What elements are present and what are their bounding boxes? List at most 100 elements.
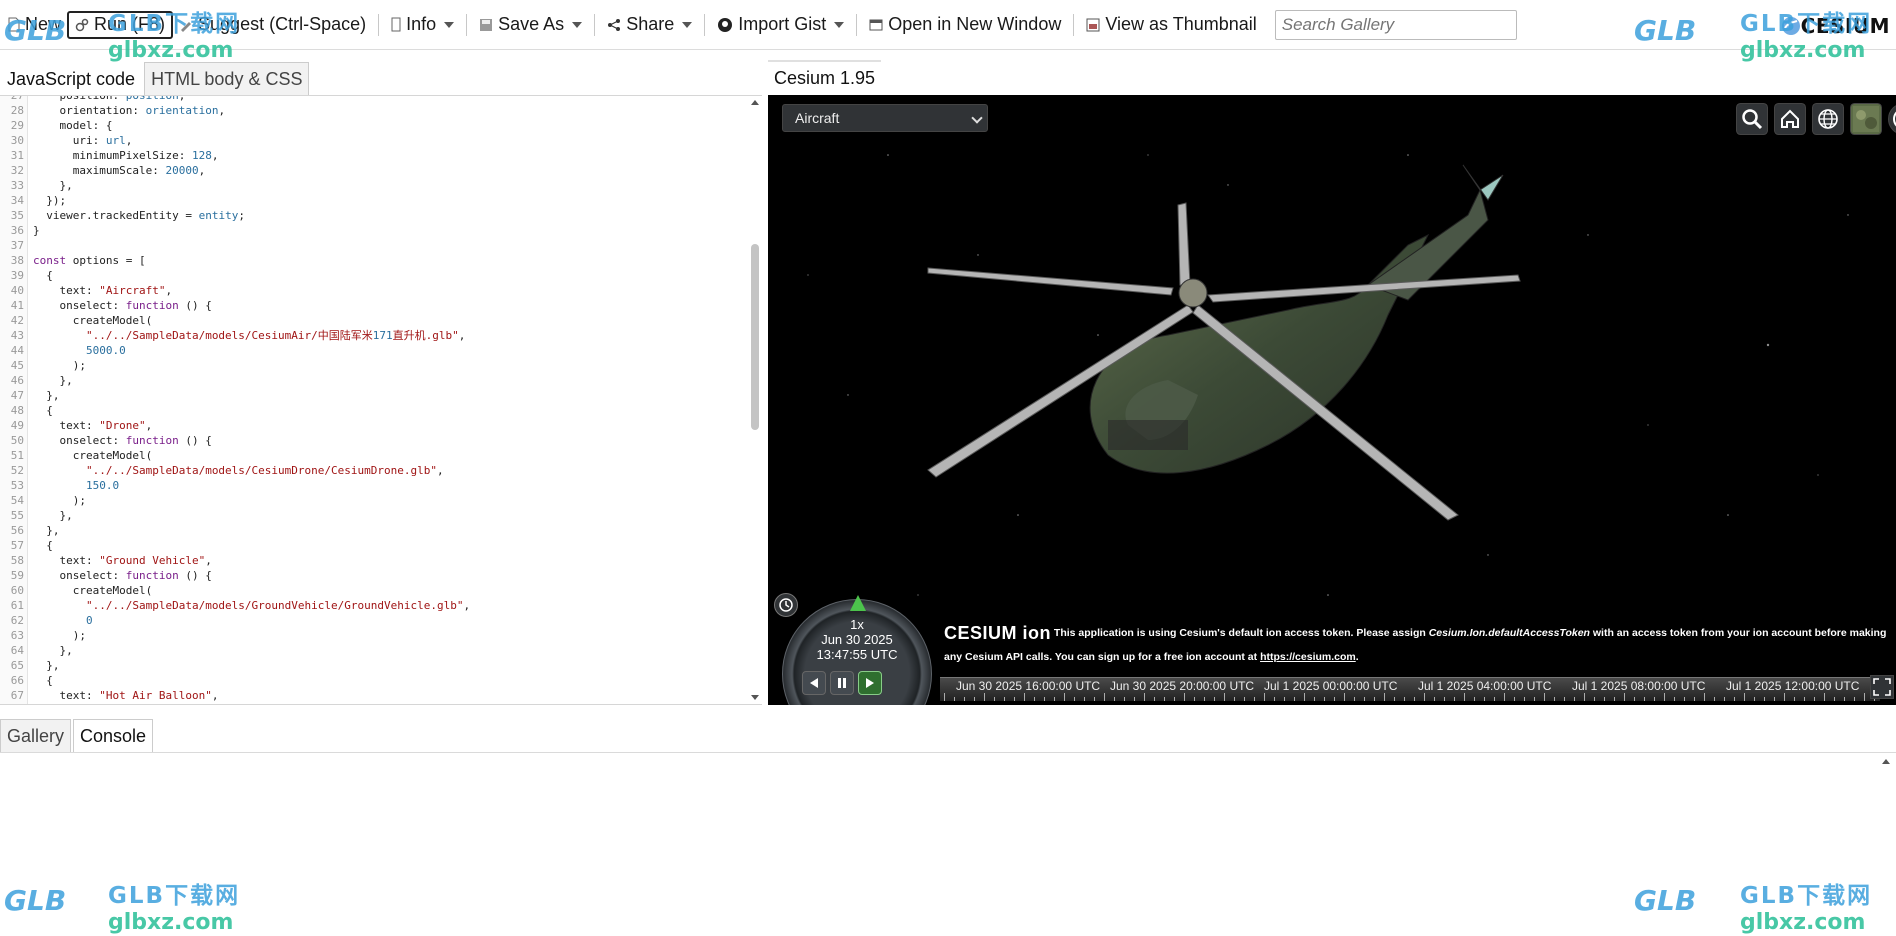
line-number: 31 [10,149,24,162]
code-line: 62 0 [0,613,470,628]
code-text: const options = [ [33,254,146,267]
timeline-tick [964,697,965,701]
code-line: 49 text: "Drone", [0,418,470,433]
timeline-tick [1554,697,1555,701]
cesium-viewer[interactable]: Aircraft 1x Jun 30 2025 13:47:55 UTC CES… [768,95,1896,705]
code-line: 53 150.0 [0,478,470,493]
editor-scrollbar[interactable] [748,96,762,704]
code-line: 46 }, [0,373,470,388]
tab-console[interactable]: Console [73,719,154,753]
line-number: 44 [10,344,24,357]
open-new-window-label: Open in New Window [888,14,1062,34]
tab-html-body-css[interactable]: HTML body & CSS [144,62,310,96]
fullscreen-icon [1873,678,1891,696]
line-number: 54 [10,494,24,507]
line-number: 35 [10,209,24,222]
model-select[interactable]: Aircraft [782,104,988,132]
code-line: 30 uri: url, [0,133,470,148]
timeline-tick [984,693,985,701]
timeline[interactable]: Jun 30 2025 16:00:00 UTC Jun 30 2025 20:0… [940,677,1880,701]
code-text: 5000.0 [85,344,126,357]
timeline-tick [1144,693,1145,701]
geocoder-search-button[interactable] [1736,103,1768,135]
code-line: 28 orientation: orientation, [0,103,470,118]
model-select-value: Aircraft [795,110,840,126]
scroll-up-icon[interactable] [751,100,759,105]
code-text: }, [33,374,73,387]
save-as-button[interactable]: Save As [473,10,588,40]
code-lines: 27 position: position, 28 orientation: or… [0,96,470,703]
code-line: 44 5000.0 [0,343,470,358]
timeline-tick [1274,697,1275,701]
timeline-tick [954,697,955,701]
code-line: 65 }, [0,658,470,673]
code-text: }, [33,389,60,402]
line-number: 60 [10,584,24,597]
suggest-label: Suggest (Ctrl-Space) [198,14,367,34]
code-text: ); [33,359,86,372]
document-icon [391,17,401,32]
code-line: 29 model: { [0,118,470,133]
view-thumbnail-label: View as Thumbnail [1105,14,1257,34]
share-button[interactable]: Share [601,10,698,40]
new-button[interactable]: New [2,10,67,40]
suggest-button[interactable]: Suggest (Ctrl-Space) [173,10,372,40]
timeline-tick [1094,697,1095,701]
code-text: maximumScale: 20000, [33,164,206,177]
line-number: 37 [10,239,24,252]
line-number: 40 [10,284,24,297]
info-button[interactable]: Info [385,10,460,40]
suggest-icon [181,21,192,32]
timeline-tick [1724,697,1725,701]
import-gist-button[interactable]: Import Gist [711,10,850,40]
scroll-up-icon[interactable] [1882,759,1890,764]
timeline-tick [1214,697,1215,701]
play-reverse-button[interactable] [802,671,826,695]
code-text: text: "Aircraft", [33,284,173,297]
scrollbar-thumb[interactable] [751,244,759,430]
line-number: 52 [10,464,24,477]
toolbar-divider [594,13,596,36]
tab-javascript-code[interactable]: JavaScript code [0,62,143,96]
play-forward-button[interactable] [858,671,882,695]
ion-message-token: Cesium.Ion.defaultAccessToken [1428,627,1590,639]
timeline-tick [1424,693,1425,701]
line-number: 38 [10,254,24,267]
fullscreen-button[interactable] [1870,675,1894,699]
console-panel[interactable] [0,752,1896,936]
timeline-tick [1204,697,1205,701]
line-number: 65 [10,659,24,672]
home-icon [1781,109,1799,128]
base-layer-picker-button[interactable] [1850,103,1882,135]
scene-canvas[interactable] [768,95,1896,705]
code-text: orientation: orientation, [33,104,226,117]
line-number: 61 [10,599,24,612]
timeline-tick [1174,697,1175,701]
timeline-tick [1734,697,1735,701]
tab-cesium-viewer[interactable]: Cesium 1.95 [768,60,882,95]
animation-widget[interactable]: 1x Jun 30 2025 13:47:55 UTC [772,593,936,705]
timeline-tick [1164,697,1165,701]
open-new-window-button[interactable]: Open in New Window [863,10,1067,40]
code-line: 27 position: position, [0,96,470,103]
search-gallery-input[interactable] [1274,9,1517,40]
cesium-link[interactable]: https://cesium.com [1260,651,1356,663]
shuttle-ring-pointer-icon[interactable] [848,593,868,613]
home-button[interactable] [1774,103,1806,135]
scroll-down-icon[interactable] [751,695,759,700]
scene-mode-button[interactable] [1812,103,1844,135]
timeline-label: Jul 1 2025 00:00:00 UTC [1264,679,1398,693]
code-text: createModel( [33,449,153,462]
timeline-tick [1834,697,1835,701]
timeline-tick [1014,697,1015,701]
tab-gallery[interactable]: Gallery [0,719,72,753]
line-number: 30 [10,134,24,147]
code-text: }, [33,644,73,657]
code-text: onselect: function () { [33,434,212,447]
view-thumbnail-button[interactable]: View as Thumbnail [1080,10,1262,40]
pause-button[interactable] [830,671,854,695]
run-button[interactable]: Run (F8) [67,10,174,39]
code-editor[interactable]: 27 position: position, 28 orientation: or… [0,95,762,705]
code-line: 47 }, [0,388,470,403]
timeline-tick [1814,697,1815,701]
